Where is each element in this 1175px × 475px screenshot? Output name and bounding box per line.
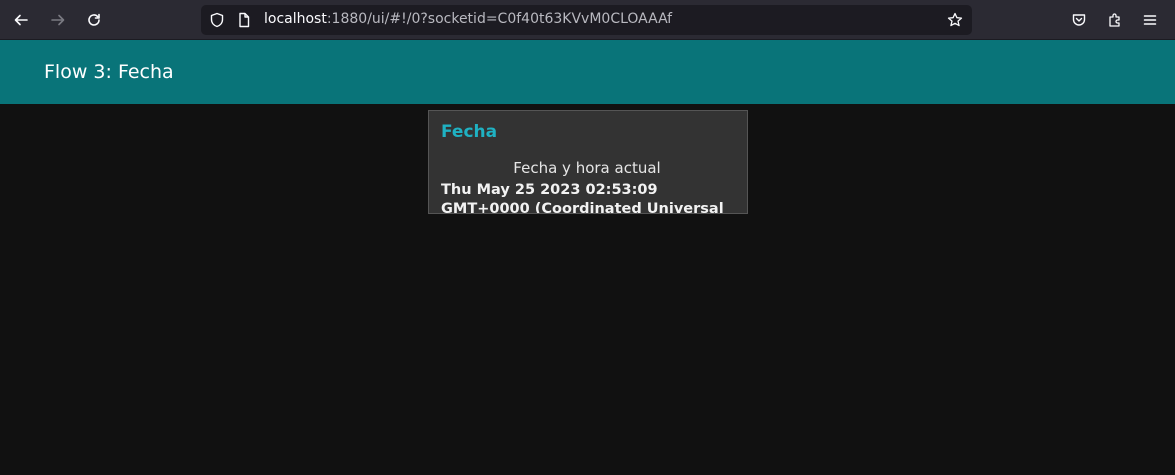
back-icon: [14, 14, 28, 26]
menu-button[interactable]: [1137, 8, 1163, 32]
reload-button[interactable]: [81, 8, 107, 32]
pocket-icon: [1072, 14, 1086, 26]
app-header: Flow 3: Fecha: [0, 40, 1175, 104]
pocket-button[interactable]: [1066, 8, 1092, 32]
star-icon[interactable]: [947, 12, 963, 28]
menu-icon: [1143, 15, 1157, 25]
url-text[interactable]: localhost:1880/ui/#!/0?socketid=C0f40t63…: [264, 11, 672, 27]
forward-button[interactable]: [45, 8, 71, 32]
fecha-card: Fecha Fecha y hora actual Thu May 25 202…: [428, 110, 748, 214]
url-path: :1880/ui/#!/0?socketid=C0f40t63KVvM0CLOA…: [326, 11, 673, 27]
page-title: Flow 3: Fecha: [44, 61, 174, 83]
datetime-label: Fecha y hora actual: [513, 159, 661, 177]
browser-toolbar: localhost:1880/ui/#!/0?socketid=C0f40t63…: [0, 0, 1175, 40]
forward-icon: [51, 14, 65, 26]
reload-icon: [88, 13, 100, 26]
datetime-value: Thu May 25 2023 02:53:09 GMT+0000 (Coord…: [441, 182, 724, 214]
url-bar[interactable]: localhost:1880/ui/#!/0?socketid=C0f40t63…: [201, 5, 972, 35]
extensions-button[interactable]: [1102, 8, 1128, 32]
card-title: Fecha: [441, 122, 498, 142]
extensions-icon: [1109, 13, 1120, 27]
url-host: localhost: [264, 11, 327, 27]
shield-icon[interactable]: [209, 12, 225, 28]
page-icon[interactable]: [236, 12, 252, 28]
back-button[interactable]: [8, 8, 34, 32]
